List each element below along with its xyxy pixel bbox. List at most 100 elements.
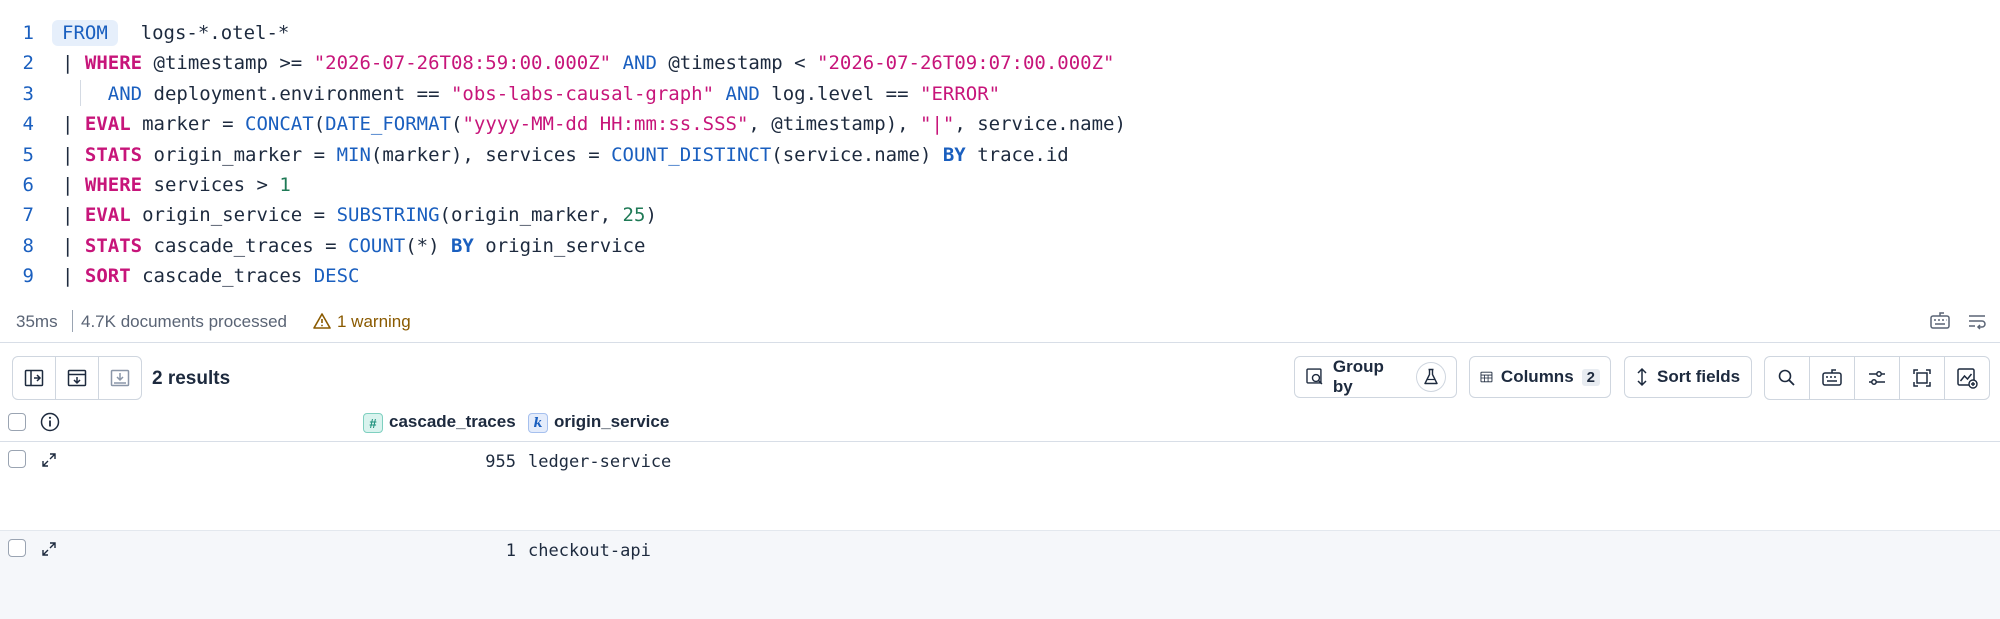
keyword-type-icon: k (528, 412, 548, 433)
display-settings-button[interactable] (1855, 357, 1900, 399)
download-results-button[interactable] (99, 357, 141, 399)
code-token: origin_service = (130, 204, 337, 227)
fullscreen-button[interactable] (1900, 357, 1945, 399)
code-token: SORT (84, 265, 131, 288)
code-line[interactable]: 2 | WHERE @timestamp >= "2026-07-26T08:59… (0, 48, 2000, 78)
code-token: log.level == (759, 82, 920, 105)
line-number: 6 (22, 174, 34, 196)
table-row[interactable]: 955 ledger-service (0, 442, 2000, 531)
warning-icon (313, 313, 331, 329)
code-token: | (62, 143, 85, 166)
code-token: | (62, 113, 85, 136)
chart-add-icon (1957, 368, 1978, 389)
code-token: (service.name) (771, 143, 943, 166)
info-icon[interactable] (40, 412, 60, 432)
beaker-icon (1424, 368, 1438, 385)
group-by-icon (1306, 368, 1323, 385)
warning-indicator[interactable]: 1 warning (313, 312, 411, 332)
code-line[interactable]: 4 | EVAL marker = CONCAT(DATE_FORMAT("yyy… (0, 109, 2000, 139)
code-token: (marker), services = (370, 143, 612, 166)
code-token: STATS (84, 143, 143, 166)
wrap-lines-icon[interactable] (1966, 310, 1988, 332)
code-line[interactable]: 6 | WHERE services > 1 (0, 170, 2000, 200)
cell-cascade-traces[interactable]: 955 (485, 452, 516, 472)
line-number: 4 (22, 113, 34, 136)
code-text: | WHERE services > 1 (62, 170, 291, 200)
code-token: "2026-07-26T09:07:00.000Z" (817, 52, 1115, 75)
row-checkbox[interactable] (8, 450, 26, 468)
cell-origin-service[interactable]: checkout-api (528, 541, 651, 561)
number-type-icon: # (363, 412, 383, 433)
code-token: , service.name) (954, 113, 1126, 136)
add-visualization-button[interactable] (1945, 357, 1989, 399)
table-download-icon (67, 369, 87, 387)
code-token: | (62, 265, 85, 288)
code-token: DATE_FORMAT (325, 113, 451, 136)
code-token: deployment.environment == (142, 82, 451, 105)
code-token: (origin_marker, (439, 204, 623, 227)
code-line[interactable]: 5 | STATS origin_marker = MIN(marker), se… (0, 140, 2000, 170)
select-all-checkbox[interactable] (8, 413, 26, 431)
code-token: SUBSTRING (336, 204, 440, 227)
code-token: "yyyy-MM-dd HH:mm:ss.SSS" (462, 113, 749, 136)
sort-fields-label: Sort fields (1657, 367, 1741, 386)
code-token: | (62, 174, 85, 196)
warning-label: 1 warning (337, 312, 411, 331)
code-token: WHERE (84, 174, 143, 196)
sort-fields-button[interactable]: Sort fields (1624, 356, 1752, 398)
code-line[interactable]: 3 AND deployment.environment == "obs-lab… (0, 79, 2000, 109)
code-token: cascade_traces (130, 265, 314, 288)
cell-cascade-traces[interactable]: 1 (506, 541, 516, 561)
code-token: @timestamp < (656, 52, 818, 75)
documents-processed: 4.7K documents processed (81, 312, 288, 331)
code-token: "2026-07-26T08:59:00.000Z" (313, 52, 612, 75)
group-by-button[interactable]: Group by (1294, 356, 1457, 398)
code-line[interactable]: 1 FROM logs-*.otel-* (0, 18, 2000, 48)
grid-controls-group (1764, 356, 1990, 400)
line-number: 1 (22, 22, 34, 44)
line-number: 3 (22, 82, 34, 105)
code-token: CONCAT (245, 113, 314, 136)
column-header-origin-service[interactable]: k origin_service (528, 412, 669, 433)
column-name: cascade_traces (389, 412, 516, 431)
code-text: | STATS cascade_traces = COUNT(*) BY ori… (62, 231, 645, 261)
query-editor[interactable]: 1 FROM logs-*.otel-* 2 | WHERE @timestamp >… (0, 0, 2000, 300)
code-token: MIN (336, 143, 371, 166)
search-in-table-button[interactable] (1765, 357, 1810, 399)
column-header-cascade-traces[interactable]: # cascade_traces (363, 412, 516, 433)
code-line[interactable]: 8 | STATS cascade_traces = COUNT(*) BY or… (0, 231, 2000, 261)
expand-row-icon[interactable] (40, 540, 58, 558)
code-token: BY (942, 143, 966, 166)
table-row[interactable]: 1 checkout-api (0, 531, 2000, 619)
code-token: cascade_traces = (142, 234, 348, 257)
keyboard-shortcuts-icon[interactable] (1929, 310, 1951, 332)
table-columns-icon (1480, 371, 1493, 383)
code-line[interactable]: 9 | SORT cascade_traces DESC (0, 261, 2000, 291)
expand-row-icon[interactable] (40, 451, 58, 469)
technical-preview-badge (1416, 362, 1446, 392)
line-number: 9 (22, 265, 34, 288)
columns-label: Columns (1500, 367, 1574, 386)
status-divider (72, 310, 73, 332)
code-token: COUNT (348, 234, 406, 257)
line-number: 5 (22, 143, 34, 166)
columns-button[interactable]: Columns 2 (1469, 356, 1611, 398)
code-text: | STATS origin_marker = MIN(marker), ser… (62, 140, 1069, 170)
code-token: 25 (622, 204, 646, 227)
row-checkbox[interactable] (8, 539, 26, 557)
column-name: origin_service (554, 412, 670, 431)
code-text: FROM logs-*.otel-* (52, 18, 289, 48)
save-to-dashboard-button[interactable] (56, 357, 99, 399)
cell-origin-service[interactable]: ledger-service (528, 452, 671, 472)
code-token: services > (142, 174, 280, 196)
code-token: @timestamp >= (142, 52, 314, 75)
code-token: ( (450, 113, 463, 136)
keyboard-shortcuts-button[interactable] (1810, 357, 1855, 399)
toggle-sidebar-button[interactable] (13, 357, 56, 399)
code-line[interactable]: 7 | EVAL origin_service = SUBSTRING(origi… (0, 200, 2000, 230)
code-token: "obs-labs-causal-graph" (450, 82, 715, 105)
code-text: | WHERE @timestamp >= "2026-07-26T08:59:… (62, 48, 1114, 78)
code-token: , @timestamp), (748, 113, 921, 136)
